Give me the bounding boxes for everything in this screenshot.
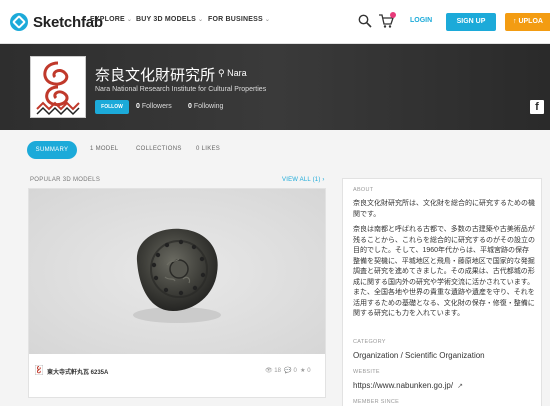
website-link[interactable]: https://www.nabunken.go.jp/↗ (353, 381, 463, 390)
signup-button[interactable]: SIGN UP (446, 13, 496, 31)
model-title[interactable]: 東大寺式軒丸瓦 6235A (47, 367, 108, 376)
followers-label: Followers (141, 103, 172, 110)
nav-buy-3d-models[interactable]: BUY 3D MODELS ⌄ (136, 16, 203, 23)
top-navigation: Sketchfab EXPLORE ⌄ BUY 3D MODELS ⌄ FOR BU… (0, 0, 550, 44)
profile-header: 奈良文化財研究所 ⚲ Nara Nara National Research I… (0, 44, 550, 130)
views-count: 18 (274, 368, 281, 374)
category-value[interactable]: Organization / Scientific Organization (353, 351, 485, 360)
upload-button[interactable]: ↑ UPLOA (505, 13, 550, 31)
about-paragraph-2: 奈良は南都と呼ばれる古都で、多数の古建築や古美術品が残ることから、これらを総合的… (353, 226, 535, 317)
organization-location: ⚲ Nara (218, 68, 247, 79)
about-panel: ABOUT 奈良文化財研究所は、文化財を総合的に研究するための機関です。 奈良は… (342, 178, 542, 406)
views-icon: 👁 (265, 368, 273, 374)
location-label: Nara (227, 68, 247, 78)
nav-business-label: FOR BUSINESS (208, 16, 263, 23)
location-pin-icon: ⚲ (218, 68, 228, 78)
following-count: 0 (188, 103, 192, 110)
tab-likes[interactable]: 0 LIKES (196, 146, 220, 152)
comments-count: 0 (293, 368, 297, 374)
facebook-icon[interactable]: f (530, 100, 544, 114)
nav-buy-label: BUY 3D MODELS (136, 16, 197, 23)
login-link[interactable]: LOGIN (410, 17, 432, 24)
about-label: ABOUT (353, 187, 374, 193)
external-link-icon: ↗ (457, 383, 463, 390)
organization-subtitle: Nara National Research Institute for Cul… (95, 86, 267, 93)
about-paragraph-1: 奈良文化財研究所は、文化財を総合的に研究するための機関です。 (353, 200, 535, 218)
website-label: WEBSITE (353, 369, 380, 375)
view-all-link[interactable]: VIEW ALL (1) › (282, 177, 325, 183)
tab-models[interactable]: 1 MODEL (90, 146, 118, 152)
following-stat[interactable]: 0 Following (188, 103, 223, 110)
user-avatar-icon (35, 365, 43, 375)
following-label: Following (193, 103, 224, 110)
popular-models-heading: POPULAR 3D MODELS (30, 177, 101, 183)
upload-label: UPLOA (518, 18, 543, 25)
chevron-down-icon: ⌄ (264, 17, 271, 23)
chevron-down-icon: ⌄ (126, 17, 133, 23)
organization-logo (31, 57, 85, 117)
likes-count: 0 (307, 368, 311, 374)
roof-tile-model-render (133, 228, 221, 323)
sketchfab-logo-icon (10, 13, 28, 31)
model-viewer[interactable] (29, 189, 325, 354)
profile-tabs: SUMMARY 1 MODEL COLLECTIONS 0 LIKES (0, 130, 550, 170)
tab-summary[interactable]: SUMMARY (27, 141, 77, 159)
chevron-down-icon: ⌄ (198, 17, 204, 23)
website-url: https://www.nabunken.go.jp/ (353, 381, 454, 390)
avatar[interactable] (30, 56, 86, 118)
followers-stat[interactable]: 0 Followers (136, 103, 172, 110)
likes-icon: ★ (300, 368, 306, 374)
category-label: CATEGORY (353, 339, 386, 345)
nav-for-business[interactable]: FOR BUSINESS ⌄ (208, 16, 270, 23)
model-stats: 👁 18 💬 0 ★ 0 (265, 367, 311, 374)
nav-explore[interactable]: EXPLORE ⌄ (90, 16, 132, 23)
tab-collections[interactable]: COLLECTIONS (136, 146, 182, 152)
comments-icon: 💬 (284, 368, 292, 374)
nav-explore-label: EXPLORE (90, 16, 125, 23)
followers-count: 0 (136, 103, 140, 110)
member-since-label: MEMBER SINCE (353, 399, 400, 405)
follow-button[interactable]: FOLLOW (95, 100, 129, 114)
sketchfab-logo[interactable]: Sketchfab (10, 12, 103, 32)
cart-badge (390, 12, 396, 18)
model-card[interactable]: 東大寺式軒丸瓦 6235A 👁 18 💬 0 ★ 0 (28, 188, 326, 398)
search-icon[interactable] (358, 14, 372, 28)
organization-name: 奈良文化財研究所 (95, 67, 216, 84)
